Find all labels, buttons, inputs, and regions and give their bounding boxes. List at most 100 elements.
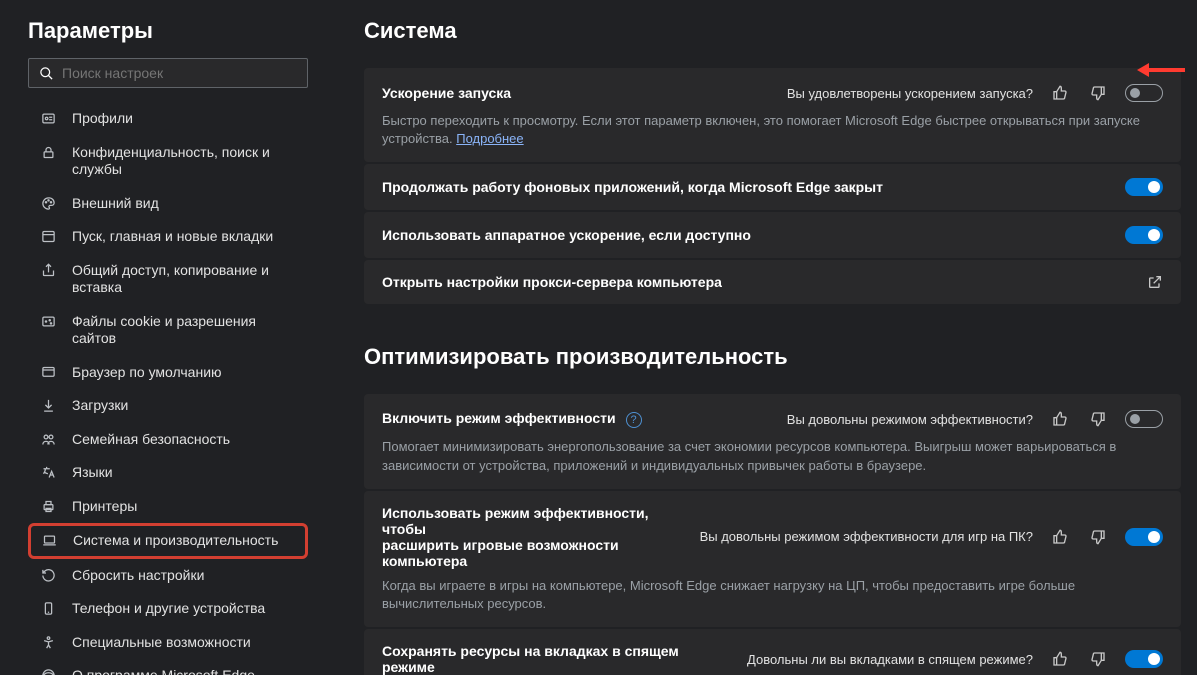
sidebar-item-label: Браузер по умолчанию (72, 364, 222, 382)
external-link-icon (1147, 274, 1163, 290)
sidebar-title: Параметры (28, 18, 308, 44)
feedback-question: Вы довольны режимом эффективности для иг… (700, 529, 1033, 544)
card-title-wrap: Использовать режим эффективности, чтобы … (382, 505, 688, 569)
sidebar-item-label: Телефон и другие устройства (72, 600, 265, 618)
window-icon (38, 229, 58, 244)
card-title-wrap: Включить режим эффективности ? (382, 410, 642, 428)
thumbs-up-icon[interactable] (1049, 82, 1071, 104)
sidebar-item-label: Конфиденциальность, поиск и службы (72, 144, 298, 179)
feedback-question: Вы удовлетворены ускорением запуска? (787, 86, 1033, 101)
annotation-arrow (1135, 60, 1185, 80)
sidebar-item-label: Пуск, главная и новые вкладки (72, 228, 273, 246)
share-icon (38, 263, 58, 278)
card-title-line2: расширить игровые возможности компьютера (382, 537, 688, 569)
sidebar-item-label: Принтеры (72, 498, 137, 516)
sidebar-item-label: Файлы cookie и разрешения сайтов (72, 313, 298, 348)
sidebar-item-label: О программе Microsoft Edge (72, 667, 255, 675)
reset-icon (38, 568, 58, 583)
toggle-hardware-acceleration[interactable] (1125, 226, 1163, 244)
language-icon (38, 465, 58, 480)
download-icon (38, 398, 58, 413)
cookie-icon (38, 314, 58, 329)
sidebar-item-label: Специальные возможности (72, 634, 251, 652)
card-title: Использовать аппаратное ускорение, если … (382, 227, 751, 243)
sidebar-item-start[interactable]: Пуск, главная и новые вкладки (28, 220, 308, 254)
sidebar-item-accessibility[interactable]: Специальные возможности (28, 626, 308, 660)
sidebar-item-languages[interactable]: Языки (28, 456, 308, 490)
feedback-question: Вы довольны режимом эффективности? (787, 412, 1033, 427)
thumbs-down-icon[interactable] (1087, 408, 1109, 430)
card-title: Включить режим эффективности (382, 410, 616, 426)
section-title-system: Система (364, 18, 1181, 44)
palette-icon (38, 196, 58, 211)
card-hardware-acceleration: Использовать аппаратное ускорение, если … (364, 212, 1181, 258)
sidebar-item-appearance[interactable]: Внешний вид (28, 187, 308, 221)
sidebar-item-about[interactable]: О программе Microsoft Edge (28, 659, 308, 675)
laptop-icon (39, 533, 59, 548)
sidebar-item-label: Сбросить настройки (72, 567, 204, 585)
search-input-wrap[interactable] (28, 58, 308, 88)
edge-icon (38, 668, 58, 675)
search-input[interactable] (62, 65, 297, 81)
card-sleeping-tabs: Сохранять ресурсы на вкладках в спящем р… (364, 629, 1181, 675)
card-efficiency-mode: Включить режим эффективности ? Вы доволь… (364, 394, 1181, 488)
thumbs-up-icon[interactable] (1049, 526, 1071, 548)
perf-card-group: Включить режим эффективности ? Вы доволь… (364, 394, 1181, 675)
card-description: Помогает минимизировать энергопользовани… (382, 438, 1163, 474)
toggle-gaming-efficiency[interactable] (1125, 528, 1163, 546)
feedback-question: Довольны ли вы вкладками в спящем режиме… (747, 652, 1033, 667)
sidebar-item-label: Внешний вид (72, 195, 159, 213)
sidebar-item-phone[interactable]: Телефон и другие устройства (28, 592, 308, 626)
card-background-apps: Продолжать работу фоновых приложений, ко… (364, 164, 1181, 210)
toggle-sleeping-tabs[interactable] (1125, 650, 1163, 668)
thumbs-down-icon[interactable] (1087, 648, 1109, 670)
sidebar-item-system[interactable]: Система и производительность (28, 523, 308, 559)
card-gaming-efficiency: Использовать режим эффективности, чтобы … (364, 491, 1181, 627)
sidebar-item-reset[interactable]: Сбросить настройки (28, 559, 308, 593)
sidebar-item-label: Семейная безопасность (72, 431, 230, 449)
sidebar-item-label: Загрузки (72, 397, 128, 415)
sidebar-item-share[interactable]: Общий доступ, копирование и вставка (28, 254, 308, 305)
thumbs-down-icon[interactable] (1087, 526, 1109, 548)
search-icon (39, 66, 54, 81)
card-title: Ускорение запуска (382, 85, 511, 101)
sidebar-item-cookies[interactable]: Файлы cookie и разрешения сайтов (28, 305, 308, 356)
system-card-group: Ускорение запуска Вы удовлетворены ускор… (364, 68, 1181, 304)
sidebar-item-family[interactable]: Семейная безопасность (28, 423, 308, 457)
thumbs-up-icon[interactable] (1049, 648, 1071, 670)
card-description: Быстро переходить к просмотру. Если этот… (382, 112, 1163, 148)
settings-sidebar: Параметры Профили Конфиденциальность, по… (0, 0, 320, 675)
lock-icon (38, 145, 58, 160)
card-description: Когда вы играете в игры на компьютере, M… (382, 577, 1163, 613)
toggle-startup-boost[interactable] (1125, 84, 1163, 102)
family-icon (38, 432, 58, 447)
sidebar-item-label: Языки (72, 464, 113, 482)
card-proxy-settings[interactable]: Открыть настройки прокси-сервера компьют… (364, 260, 1181, 304)
sidebar-item-profiles[interactable]: Профили (28, 102, 308, 136)
toggle-efficiency-mode[interactable] (1125, 410, 1163, 428)
card-title: Открыть настройки прокси-сервера компьют… (382, 274, 722, 290)
card-title: Сохранять ресурсы на вкладках в спящем р… (382, 643, 735, 675)
thumbs-down-icon[interactable] (1087, 82, 1109, 104)
browser-icon (38, 365, 58, 380)
section-title-performance: Оптимизировать производительность (364, 344, 1181, 370)
printer-icon (38, 499, 58, 514)
info-icon[interactable]: ? (626, 412, 642, 428)
sidebar-item-label: Система и производительность (73, 532, 278, 550)
sidebar-item-printers[interactable]: Принтеры (28, 490, 308, 524)
profile-icon (38, 111, 58, 126)
accessibility-icon (38, 635, 58, 650)
sidebar-item-label: Профили (72, 110, 133, 128)
card-startup-boost: Ускорение запуска Вы удовлетворены ускор… (364, 68, 1181, 162)
settings-content: Система Ускорение запуска Вы удовлетворе… (320, 0, 1197, 675)
sidebar-item-default-browser[interactable]: Браузер по умолчанию (28, 356, 308, 390)
sidebar-item-privacy[interactable]: Конфиденциальность, поиск и службы (28, 136, 308, 187)
sidebar-item-label: Общий доступ, копирование и вставка (72, 262, 298, 297)
learn-more-link[interactable]: Подробнее (456, 131, 523, 146)
card-title: Продолжать работу фоновых приложений, ко… (382, 179, 883, 195)
toggle-background-apps[interactable] (1125, 178, 1163, 196)
sidebar-item-downloads[interactable]: Загрузки (28, 389, 308, 423)
thumbs-up-icon[interactable] (1049, 408, 1071, 430)
card-title-line1: Использовать режим эффективности, чтобы (382, 505, 688, 537)
phone-icon (38, 601, 58, 616)
